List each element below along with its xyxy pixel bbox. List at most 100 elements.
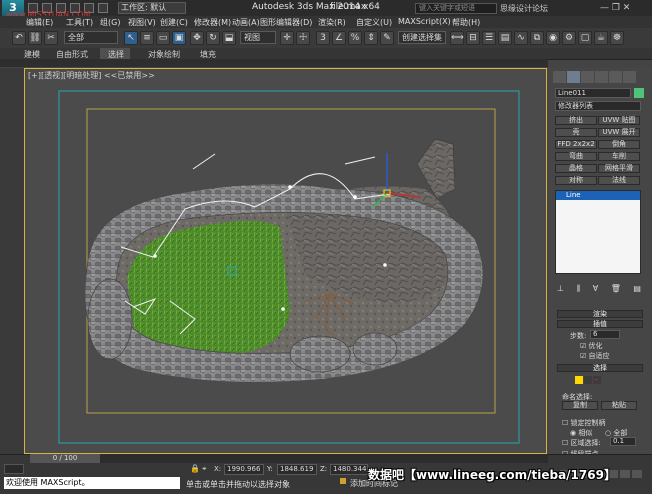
viewport-label[interactable]: [+][透视][明暗处理] <<已禁用>> xyxy=(28,70,155,81)
modifier-extrude-button[interactable]: 挤出 xyxy=(555,116,597,125)
curve-editor-icon[interactable]: ∿ xyxy=(514,31,528,45)
snap-toggle-icon[interactable]: 3 xyxy=(316,31,330,45)
boulder-left[interactable] xyxy=(87,278,133,360)
absolute-mode-icon[interactable]: ⌖ xyxy=(202,464,207,474)
paste-selection-button[interactable]: 粘贴 xyxy=(601,401,637,410)
hierarchy-tab-icon[interactable] xyxy=(581,71,594,83)
z-coord-field[interactable]: 1480.344 xyxy=(330,464,368,475)
x-coord-field[interactable]: 1990.966 xyxy=(224,464,264,475)
maxscript-listener[interactable]: 欢迎使用 MAXScript。 xyxy=(4,477,180,489)
menu-create[interactable]: 创建(C) xyxy=(160,17,188,28)
modifier-shell-button[interactable]: 壳 xyxy=(555,128,597,137)
graphite-toggle-icon[interactable]: ▤ xyxy=(498,31,512,45)
boulder-front-right[interactable] xyxy=(352,332,398,366)
window-controls[interactable]: — ❐ ✕ xyxy=(600,3,630,13)
steps-spinner[interactable]: 6 xyxy=(590,330,620,339)
time-slider[interactable] xyxy=(30,454,548,463)
similar-radio[interactable]: ◉ 相似 xyxy=(570,428,592,438)
named-selection-dropdown[interactable]: 创建选择集 xyxy=(398,31,446,44)
pin-stack-icon[interactable]: ⊥ xyxy=(557,284,564,294)
rendered-frame-icon[interactable]: ▢ xyxy=(578,31,592,45)
adaptive-checkbox[interactable]: ☑ 自适应 xyxy=(580,351,610,361)
render-production-icon[interactable]: ☕ xyxy=(594,31,608,45)
area-select-checkbox[interactable]: ☐ 区域选择: xyxy=(562,438,601,448)
reference-coord-dropdown[interactable]: 视图 xyxy=(240,31,276,44)
time-slider-thumb[interactable]: 0 / 100 xyxy=(30,454,100,463)
select-by-name-icon[interactable]: ≡ xyxy=(140,31,154,45)
spline-mode-icon[interactable]: ~ xyxy=(593,376,601,384)
rollout-rendering[interactable]: 渲染 xyxy=(557,310,643,318)
track-bar-icon[interactable] xyxy=(4,464,24,474)
rotate-icon[interactable]: ↻ xyxy=(206,31,220,45)
configure-sets-icon[interactable]: ▤ xyxy=(633,284,641,294)
pivot-center-icon[interactable]: ✛ xyxy=(280,31,294,45)
area-select-spinner[interactable]: 0.1 xyxy=(610,437,636,446)
menu-rendering[interactable]: 渲染(R) xyxy=(318,17,346,28)
object-color-swatch[interactable] xyxy=(634,88,644,98)
modifier-ffd-button[interactable]: FFD 2x2x2 xyxy=(555,140,597,149)
show-end-result-icon[interactable]: ⫼ xyxy=(577,284,581,294)
perspective-viewport[interactable] xyxy=(24,68,547,454)
modifier-chamfer-button[interactable]: 倒角 xyxy=(598,140,640,149)
align-icon[interactable]: ⊟ xyxy=(466,31,480,45)
angle-snap-icon[interactable]: ∠ xyxy=(332,31,346,45)
render-setup-icon[interactable]: ⚙ xyxy=(562,31,576,45)
search-input[interactable]: 键入关键字或短语 xyxy=(415,3,497,14)
rect-selection-icon[interactable]: ▭ xyxy=(156,31,170,45)
modifier-lattice-button[interactable]: 晶格 xyxy=(555,164,597,173)
spinner-snap-icon[interactable]: ⇕ xyxy=(364,31,378,45)
modifier-uvw-map-button[interactable]: UVW 贴图 xyxy=(598,116,640,125)
move-icon[interactable]: ✥ xyxy=(190,31,204,45)
menu-tools[interactable]: 工具(T) xyxy=(66,17,93,28)
menu-customize[interactable]: 自定义(U) xyxy=(356,17,392,28)
menu-maxscript[interactable]: MAXScript(X) xyxy=(398,17,451,26)
subobject-buttons[interactable]: ~ xyxy=(575,376,601,384)
layer-manager-icon[interactable]: ☰ xyxy=(482,31,496,45)
modifier-unwrap-uvw-button[interactable]: UVW 展开 xyxy=(598,128,640,137)
scale-icon[interactable]: ⬓ xyxy=(222,31,236,45)
menu-modifiers[interactable]: 修改器(M) xyxy=(194,17,231,28)
workspace-dropdown[interactable]: 工作区: 默认 xyxy=(118,2,186,14)
menu-edit[interactable]: 编辑(E) xyxy=(26,17,53,28)
modifier-lathe-button[interactable]: 车削 xyxy=(598,152,640,161)
material-editor-icon[interactable]: ◉ xyxy=(546,31,560,45)
rollout-interpolation[interactable]: 插值 xyxy=(557,320,643,328)
remove-modifier-icon[interactable]: 🗑 xyxy=(611,284,621,294)
lock-handles-checkbox[interactable]: ☐ 锁定控制柄 xyxy=(562,418,606,428)
utilities-tab-icon[interactable] xyxy=(623,71,636,83)
manipulate-icon[interactable]: ☩ xyxy=(296,31,310,45)
vertex-mode-icon[interactable] xyxy=(575,376,583,384)
schematic-view-icon[interactable]: ⧉ xyxy=(530,31,544,45)
render-iterative-icon[interactable]: ☸ xyxy=(610,31,624,45)
window-crossing-icon[interactable]: ▣ xyxy=(172,31,186,45)
make-unique-icon[interactable]: ∀ xyxy=(593,284,598,294)
stack-toolbar[interactable]: ⊥ ⫼ ∀ 🗑 ▤ xyxy=(557,284,641,294)
percent-snap-icon[interactable]: % xyxy=(348,31,362,45)
modifier-stack[interactable]: Line xyxy=(555,190,641,274)
undo-tool-icon[interactable]: ↶ xyxy=(12,31,26,45)
modifier-normal-button[interactable]: 法线 xyxy=(598,176,640,185)
select-object-icon[interactable]: ↖ xyxy=(124,31,138,45)
menu-help[interactable]: 帮助(H) xyxy=(452,17,480,28)
menu-views[interactable]: 视图(V) xyxy=(128,17,156,28)
modifier-bend-button[interactable]: 弯曲 xyxy=(555,152,597,161)
menu-group[interactable]: 组(G) xyxy=(100,17,120,28)
menu-graph-editors[interactable]: 图形编辑器(D) xyxy=(260,17,312,28)
motion-tab-icon[interactable] xyxy=(595,71,608,83)
menu-animation[interactable]: 动画(A) xyxy=(232,17,260,28)
link-icon[interactable]: ⛓ xyxy=(28,31,42,45)
object-name-field[interactable]: Line011 xyxy=(555,88,631,98)
modify-tab-icon[interactable] xyxy=(567,71,580,83)
mirror-icon[interactable]: ⟺ xyxy=(450,31,464,45)
command-panel-tabs[interactable] xyxy=(553,71,649,83)
edit-named-sel-icon[interactable]: ✎ xyxy=(380,31,394,45)
selection-filter-dropdown[interactable]: 全部 xyxy=(64,31,118,44)
modifier-list-dropdown[interactable]: 修改器列表 xyxy=(555,101,641,111)
stack-item-line[interactable]: Line xyxy=(556,191,640,200)
display-tab-icon[interactable] xyxy=(609,71,622,83)
copy-selection-button[interactable]: 复制 xyxy=(562,401,598,410)
y-coord-field[interactable]: 1848.619 xyxy=(277,464,317,475)
optimize-checkbox[interactable]: ☑ 优化 xyxy=(580,341,603,351)
create-tab-icon[interactable] xyxy=(553,71,566,83)
modifier-symmetry-button[interactable]: 对称 xyxy=(555,176,597,185)
